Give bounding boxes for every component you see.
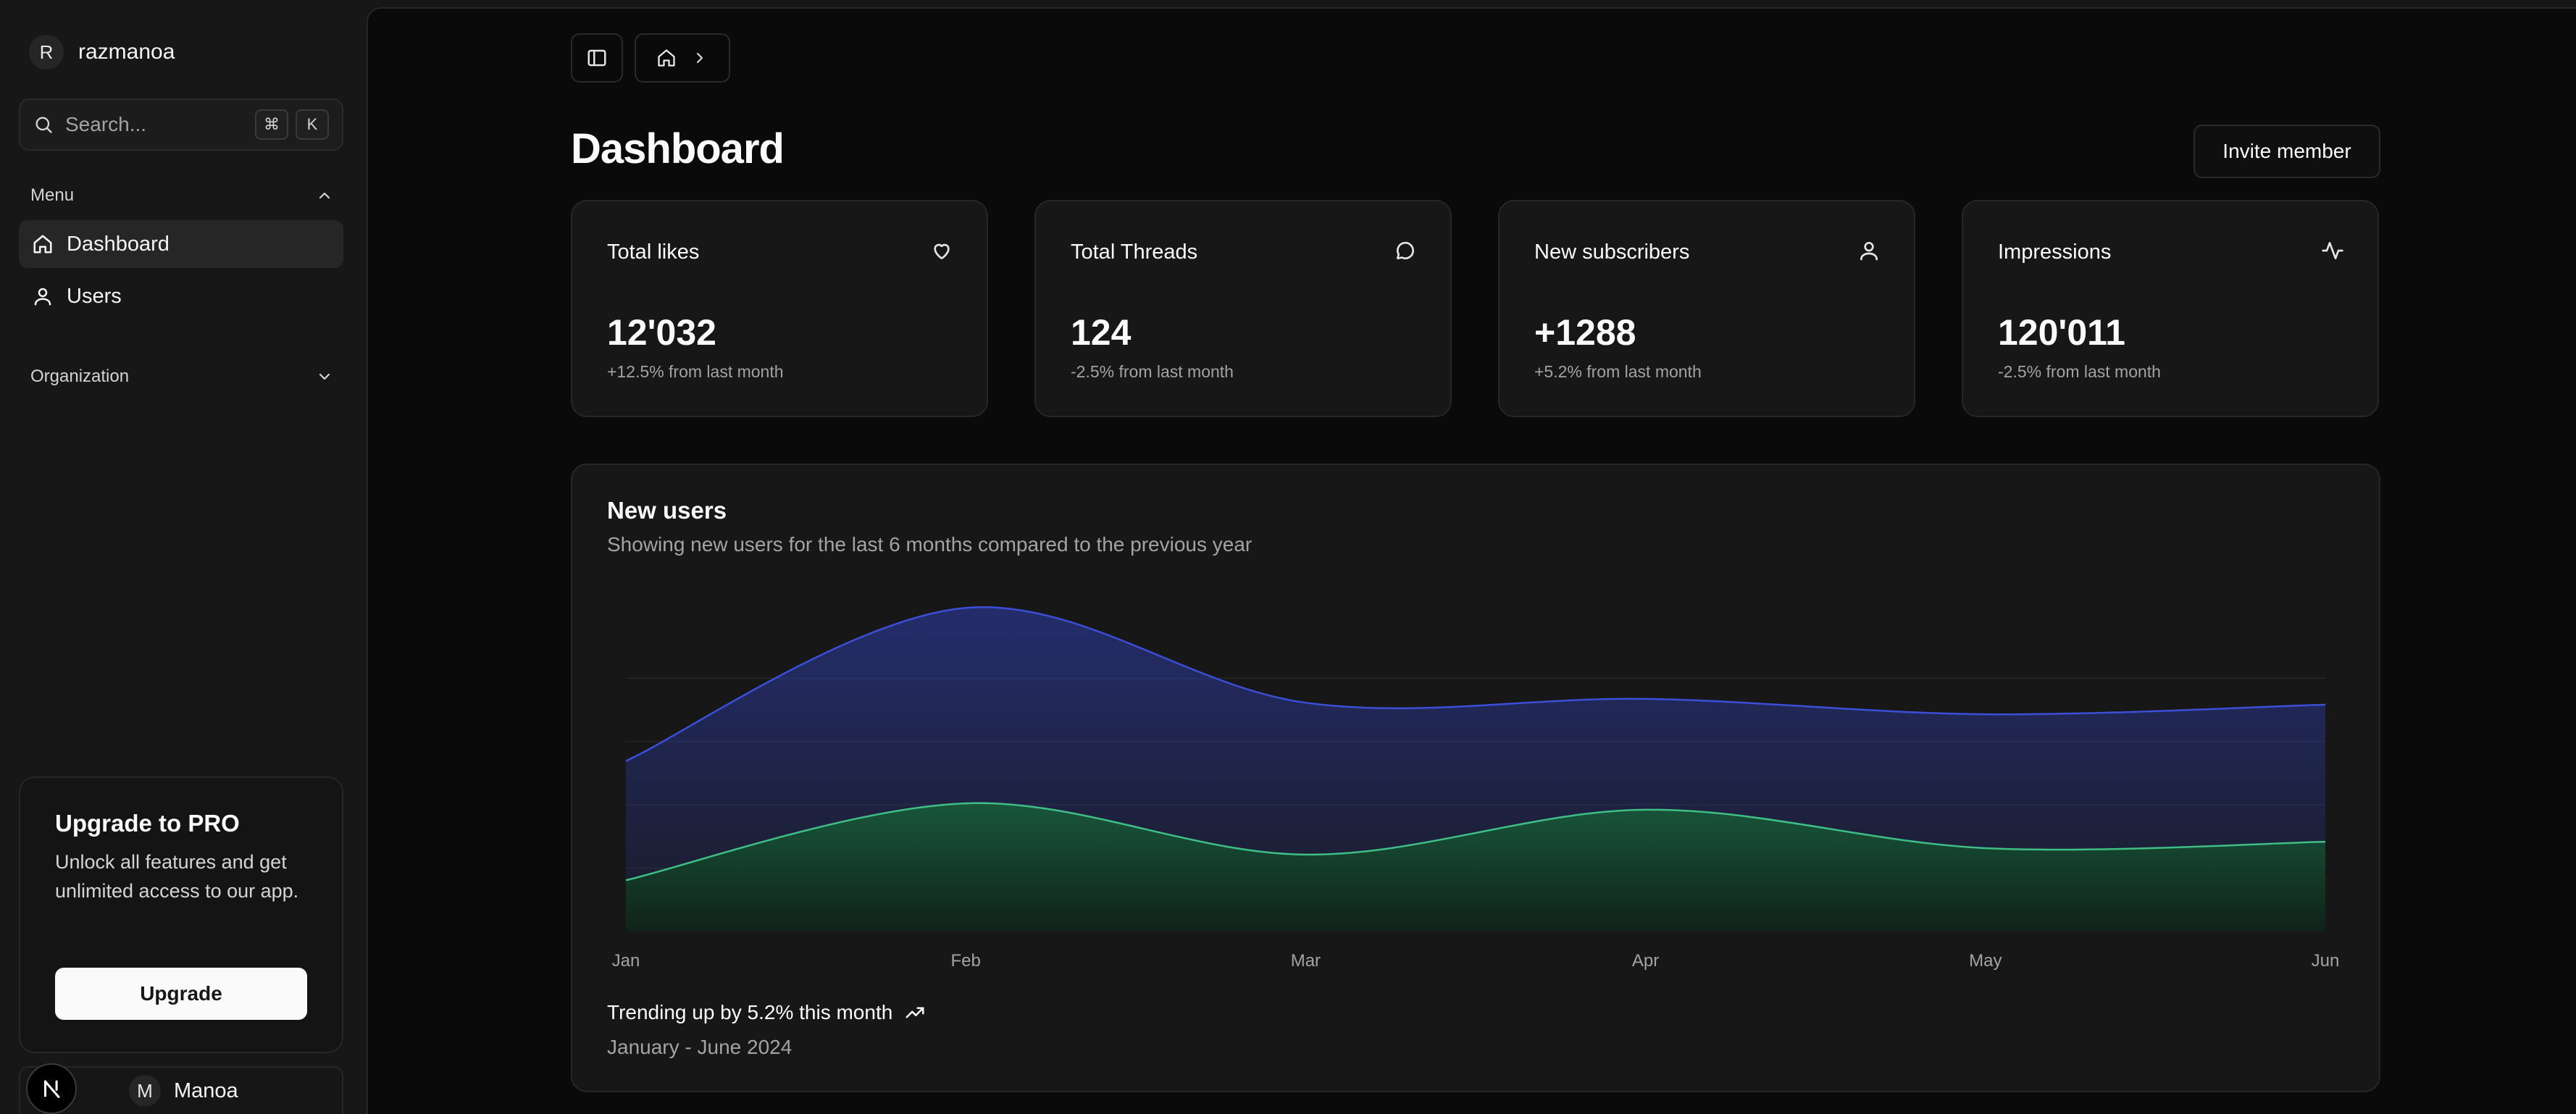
trending-up-icon [904, 1002, 926, 1023]
stat-card-impressions: Impressions 120'011 -2.5% from last mont… [1962, 200, 2379, 417]
sidebar: R razmanoa Search... ⌘ K Menu Dashboard … [0, 0, 365, 1114]
upgrade-button[interactable]: Upgrade [55, 968, 307, 1020]
search-input[interactable]: Search... ⌘ K [19, 99, 343, 151]
stat-value: 124 [1071, 312, 1132, 353]
upgrade-card: Upgrade to PRO Unlock all features and g… [19, 776, 343, 1053]
panel-left-icon [586, 47, 608, 69]
x-tick-label: May [1969, 951, 2002, 971]
sidebar-item-users[interactable]: Users [19, 272, 343, 320]
invite-member-button[interactable]: Invite member [2194, 125, 2380, 178]
user-icon [32, 285, 54, 307]
x-tick-label: Apr [1632, 951, 1659, 971]
home-icon [32, 233, 54, 255]
stat-delta: +12.5% from last month [607, 362, 784, 381]
shortcut-cmd-key: ⌘ [255, 109, 288, 140]
upgrade-text: Unlock all features and get unlimited ac… [55, 851, 299, 902]
page-title: Dashboard [571, 125, 785, 172]
sidebar-item-dashboard[interactable]: Dashboard [19, 220, 343, 268]
sidebar-item-label: Users [67, 284, 122, 308]
stat-label: Impressions [1998, 240, 2112, 264]
search-placeholder: Search... [65, 113, 147, 135]
stat-card-total-threads: Total Threads 124 -2.5% from last month [1034, 200, 1452, 417]
upgrade-title: Upgrade to PRO [55, 810, 240, 837]
user-icon [1857, 239, 1881, 262]
search-icon [33, 114, 54, 135]
stat-delta: +5.2% from last month [1534, 362, 1702, 381]
stat-label: Total Threads [1071, 240, 1198, 264]
x-tick-label: Mar [1291, 951, 1321, 971]
chevron-up-icon [316, 187, 333, 204]
stat-card-total-likes: Total likes 12'032 +12.5% from last mont… [571, 200, 988, 417]
trend-summary: Trending up by 5.2% this month [607, 1001, 926, 1024]
stat-card-new-subscribers: New subscribers +1288 +5.2% from last mo… [1498, 200, 1915, 417]
avatar: R [29, 35, 64, 70]
main-content: Dashboard Invite member Total likes 12'0… [367, 7, 2576, 1114]
sidebar-toggle-button[interactable] [571, 33, 623, 83]
chevron-right-icon [691, 49, 708, 67]
organization-section-label: Organization [30, 367, 130, 386]
heart-icon [930, 239, 953, 262]
stat-label: Total likes [607, 240, 700, 264]
stat-delta: -2.5% from last month [1071, 362, 1234, 381]
stat-value: 120'011 [1998, 312, 2125, 353]
new-users-chart-card: New users Showing new users for the last… [571, 464, 2380, 1092]
sidebar-item-label: Dashboard [67, 232, 170, 256]
area-chart[interactable]: Jan Feb Mar Apr May Jun [572, 465, 2379, 987]
chevron-down-icon [316, 368, 333, 385]
account-name: Manoa [174, 1079, 238, 1102]
x-tick-label: Feb [951, 951, 981, 971]
activity-icon [2321, 239, 2344, 262]
user-name: razmanoa [78, 40, 175, 64]
trend-text: Trending up by 5.2% this month [607, 1001, 893, 1023]
stat-value: 12'032 [607, 312, 716, 353]
x-tick-label: Jan [612, 951, 640, 971]
menu-section-toggle[interactable]: Menu [30, 185, 333, 206]
menu-section-label: Menu [30, 185, 75, 205]
x-tick-label: Jun [2312, 951, 2340, 971]
shortcut-k-key: K [296, 109, 329, 140]
nextjs-logo-icon[interactable] [26, 1063, 77, 1114]
message-circle-icon [1394, 239, 1417, 262]
stat-delta: -2.5% from last month [1998, 362, 2161, 381]
avatar: M [129, 1075, 161, 1107]
home-icon[interactable] [656, 48, 677, 68]
breadcrumb [635, 33, 730, 83]
workspace-switcher[interactable]: R razmanoa [29, 35, 175, 70]
stat-value: +1288 [1534, 312, 1636, 353]
organization-section-toggle[interactable]: Organization [30, 367, 333, 387]
date-range: January - June 2024 [607, 1036, 793, 1058]
stat-label: New subscribers [1534, 240, 1690, 264]
